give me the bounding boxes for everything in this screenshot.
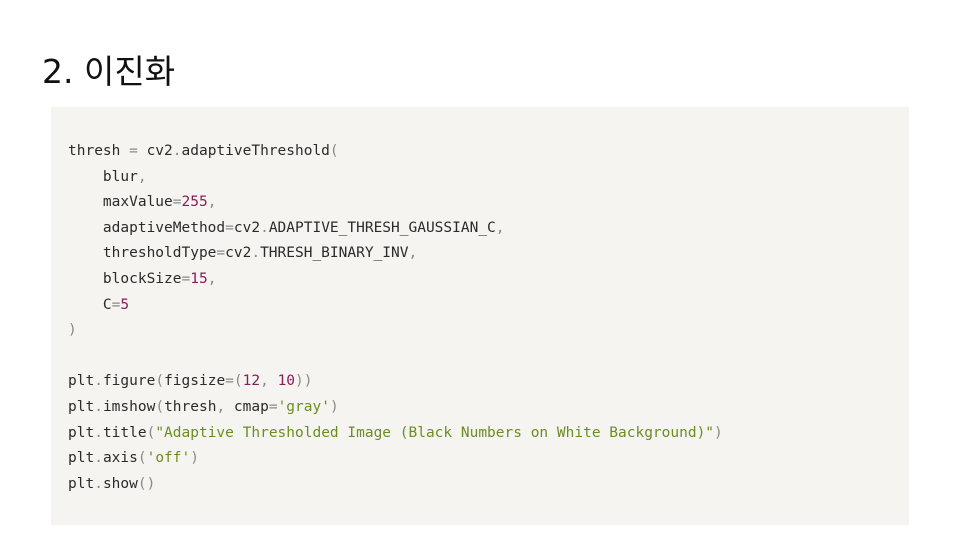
code-line: blockSize=15, — [68, 267, 723, 293]
code-line: thresholdType=cv2.THRESH_BINARY_INV, — [68, 241, 723, 267]
code-text: thresh = cv2.adaptiveThreshold( blur, ma… — [68, 139, 723, 497]
code-line: blur, — [68, 165, 723, 191]
code-token: . — [94, 450, 103, 467]
code-token: , — [207, 194, 217, 211]
code-token: 15 — [190, 270, 208, 287]
code-token: , — [408, 245, 418, 262]
code-token: C — [68, 296, 112, 313]
code-token: = — [181, 270, 191, 287]
code-token: 'off' — [146, 450, 191, 467]
code-token: plt — [68, 373, 95, 390]
code-token: = — [268, 398, 278, 415]
code-token: THRESH_BINARY_INV — [260, 245, 409, 262]
code-token: ( — [137, 450, 147, 467]
code-token: = — [216, 245, 226, 262]
code-token: ) — [714, 424, 723, 441]
code-line: plt.imshow(thresh, cmap='gray') — [68, 395, 723, 421]
code-token: blockSize — [68, 270, 182, 287]
code-token: . — [94, 475, 103, 492]
code-line: ) — [68, 318, 723, 344]
code-token: axis — [102, 450, 138, 467]
code-token: . — [260, 219, 269, 236]
code-token: thresholdType — [68, 245, 217, 262]
code-line: C=5 — [68, 293, 723, 319]
code-token: =( — [225, 373, 243, 390]
code-token: maxValue — [68, 194, 173, 211]
code-token: 'gray' — [277, 398, 330, 415]
code-token: = — [225, 219, 234, 236]
code-token: imshow — [102, 398, 156, 415]
code-token: )) — [295, 373, 313, 390]
code-token: cv2 — [225, 245, 252, 262]
code-token: 12 — [242, 373, 261, 390]
code-block: thresh = cv2.adaptiveThreshold( blur, ma… — [51, 107, 909, 525]
code-line: thresh = cv2.adaptiveThreshold( — [68, 139, 723, 165]
code-token: , — [495, 219, 505, 236]
code-token: . — [172, 143, 182, 159]
code-token: plt — [68, 475, 95, 492]
code-token: blur — [68, 168, 138, 185]
code-token: show — [102, 475, 138, 492]
code-token: ) — [68, 322, 77, 339]
code-token: cmap — [233, 398, 269, 415]
code-token: title — [102, 424, 147, 441]
code-line: adaptiveMethod=cv2.ADAPTIVE_THRESH_GAUSS… — [68, 216, 723, 242]
code-token: ADAPTIVE_THRESH_GAUSSIAN_C — [268, 219, 496, 236]
code-token: ( — [329, 143, 339, 159]
code-token: adaptiveMethod — [68, 219, 226, 236]
code-token: thresh — [164, 398, 217, 415]
code-token: , — [137, 168, 147, 185]
code-token: "Adaptive Thresholded Image (Black Numbe… — [155, 424, 715, 441]
code-token: 10 — [277, 373, 296, 390]
code-token: . — [94, 424, 103, 441]
code-line: plt.figure(figsize=(12, 10)) — [68, 369, 723, 395]
code-token: . — [94, 373, 103, 390]
code-token: () — [137, 475, 156, 492]
code-token: ) — [329, 398, 339, 415]
code-token: cv2 — [233, 219, 261, 236]
code-token: adaptiveThreshold — [181, 143, 330, 159]
code-token: , — [260, 373, 278, 390]
code-line: plt.axis('off') — [68, 446, 723, 472]
code-token: figure — [102, 373, 156, 390]
code-token: . — [251, 245, 261, 262]
code-line: plt.title("Adaptive Thresholded Image (B… — [68, 421, 723, 447]
code-token: 255 — [181, 194, 208, 211]
code-line: maxValue=255, — [68, 190, 723, 216]
code-token: plt — [68, 450, 95, 467]
code-token: plt — [68, 398, 95, 415]
code-token: , — [216, 398, 234, 415]
code-token: = — [129, 143, 138, 159]
code-token: = — [172, 194, 182, 211]
code-token: . — [94, 398, 103, 415]
code-token: cv2 — [137, 143, 173, 159]
code-token: , — [207, 270, 217, 287]
code-token: ) — [190, 450, 199, 467]
code-line: plt.show() — [68, 472, 723, 498]
code-token: 5 — [120, 296, 130, 313]
code-token: plt — [68, 424, 95, 441]
code-token: ( — [155, 398, 165, 415]
code-token: figsize — [164, 373, 226, 390]
code-token: thresh — [68, 143, 130, 159]
slide-title: 2. 이진화 — [42, 52, 176, 91]
code-token: ( — [155, 373, 165, 390]
